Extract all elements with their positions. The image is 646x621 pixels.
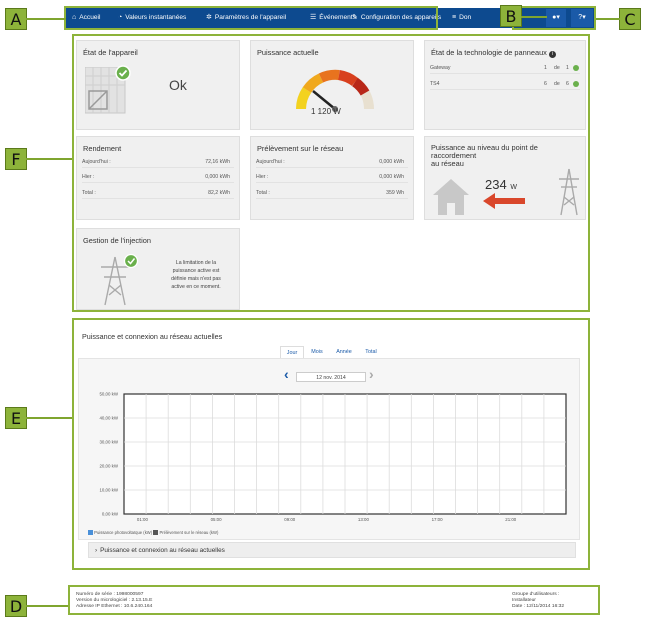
callout-e: E <box>5 407 27 429</box>
callout-frame-bc <box>512 6 596 30</box>
arrow-left-icon <box>483 193 525 209</box>
nav-item-data[interactable]: ≡ Don <box>452 8 471 28</box>
power-gauge <box>296 69 374 112</box>
prev-date-button[interactable]: ‹ <box>284 367 294 381</box>
current-power-card: Puissance actuelle 1 120 W <box>250 40 414 130</box>
callout-b-line <box>521 16 547 18</box>
footer-date: Date : 12/11/2014 16:32 <box>512 604 565 609</box>
y-tick-label: 50,00 kW <box>99 392 118 397</box>
device-state-card: État de l'appareil Ok <box>76 40 240 130</box>
ok-status-icon <box>573 65 579 71</box>
panel-row-ts4: TS4 6 de 6 <box>430 79 580 90</box>
callout-e-line <box>26 417 72 419</box>
ok-status-icon <box>573 81 579 87</box>
grid-draw-title: Prélèvement sur le réseau <box>257 144 344 153</box>
database-icon: ≡ <box>452 14 457 21</box>
pylon-icon <box>101 253 139 306</box>
grid-draw-row-today: Aujourd'hui :0,000 kWh <box>256 157 408 168</box>
callout-f-line <box>26 158 72 160</box>
x-tick-label: 13:00 <box>358 517 370 522</box>
yield-title: Rendement <box>83 144 122 153</box>
callout-b: B <box>500 5 522 27</box>
device-status-text: Ok <box>169 77 187 93</box>
grid-point-value: 234 W <box>485 177 517 192</box>
footer-ip: Adresse IP Ethernet : 10.6.240.164 <box>76 604 153 609</box>
tab-month[interactable]: Mois <box>306 346 328 358</box>
chart-legend: Puissance photovoltaïque (kW) Prélèvemen… <box>88 530 218 536</box>
y-tick-label: 30,00 kW <box>99 440 118 445</box>
callout-frame-a <box>64 6 438 30</box>
x-tick-label: 09:00 <box>284 517 296 522</box>
feed-in-text: La limitation de la puissance active est… <box>171 260 221 290</box>
callout-d-line <box>26 605 68 607</box>
x-tick-label: 17:00 <box>432 517 444 522</box>
y-tick-label: 10,00 kW <box>99 488 118 493</box>
grid-draw-row-total: Total :359 Wh <box>256 188 408 199</box>
power-pylon-icon <box>559 168 579 216</box>
callout-a-line <box>26 18 66 20</box>
yield-row-yesterday: Hier :0,000 kWh <box>82 172 234 183</box>
grid-point-card: Puissance au niveau du point de raccorde… <box>424 136 586 220</box>
yield-card: Rendement Aujourd'hui :72,16 kWh Hier :0… <box>76 136 240 220</box>
callout-f: F <box>5 148 27 170</box>
tab-total[interactable]: Total <box>360 346 382 358</box>
chart-expander[interactable]: › Puissance et connexion au réseau actuel… <box>88 542 576 558</box>
x-tick-label: 01:00 <box>137 517 149 522</box>
device-state-title: État de l'appareil <box>83 48 138 57</box>
tab-year[interactable]: Année <box>332 346 356 358</box>
legend-swatch-grid <box>153 530 159 536</box>
info-icon[interactable]: i <box>548 51 556 58</box>
yield-row-today: Aujourd'hui :72,16 kWh <box>82 157 234 168</box>
current-power-value: 1 120 W <box>311 107 341 116</box>
panel-tech-title: État de la technologie de panneaux i <box>431 48 581 58</box>
callout-c-line <box>596 18 620 20</box>
chevron-right-icon: › <box>95 547 98 554</box>
x-tick-label: 05:00 <box>211 517 223 522</box>
panel-tech-card: État de la technologie de panneaux i Gat… <box>424 40 586 130</box>
feed-in-title: Gestion de l'injection <box>83 236 151 245</box>
date-picker[interactable]: 12 nov. 2014 <box>296 372 366 382</box>
grid-draw-row-yesterday: Hier :0,000 kWh <box>256 172 408 183</box>
callout-c: C <box>619 8 641 30</box>
house-icon <box>433 179 469 215</box>
yield-row-total: Total :82,2 kWh <box>82 188 234 199</box>
power-chart: 50,00 kW 40,00 kW 30,00 kW 20,00 kW 10,00 kW… <box>99 392 567 522</box>
grid-draw-card: Prélèvement sur le réseau Aujourd'hui :0… <box>250 136 414 220</box>
callout-a: A <box>5 8 27 30</box>
y-tick-label: 0,00 kW <box>102 512 119 517</box>
y-tick-label: 20,00 kW <box>99 464 118 469</box>
ok-check-icon <box>115 65 131 81</box>
x-tick-label: 21:00 <box>505 517 517 522</box>
legend-swatch-pv <box>88 530 93 536</box>
current-power-title: Puissance actuelle <box>257 48 319 57</box>
next-date-button[interactable]: › <box>369 367 379 381</box>
feed-in-card: Gestion de l'injection La limitation de … <box>76 228 240 310</box>
panel-row-gateway: Gateway 1 de 1 <box>430 63 580 74</box>
callout-d: D <box>5 595 27 617</box>
chart-section-title: Puissance et connexion au réseau actuell… <box>82 332 223 341</box>
y-tick-label: 40,00 kW <box>99 416 118 421</box>
